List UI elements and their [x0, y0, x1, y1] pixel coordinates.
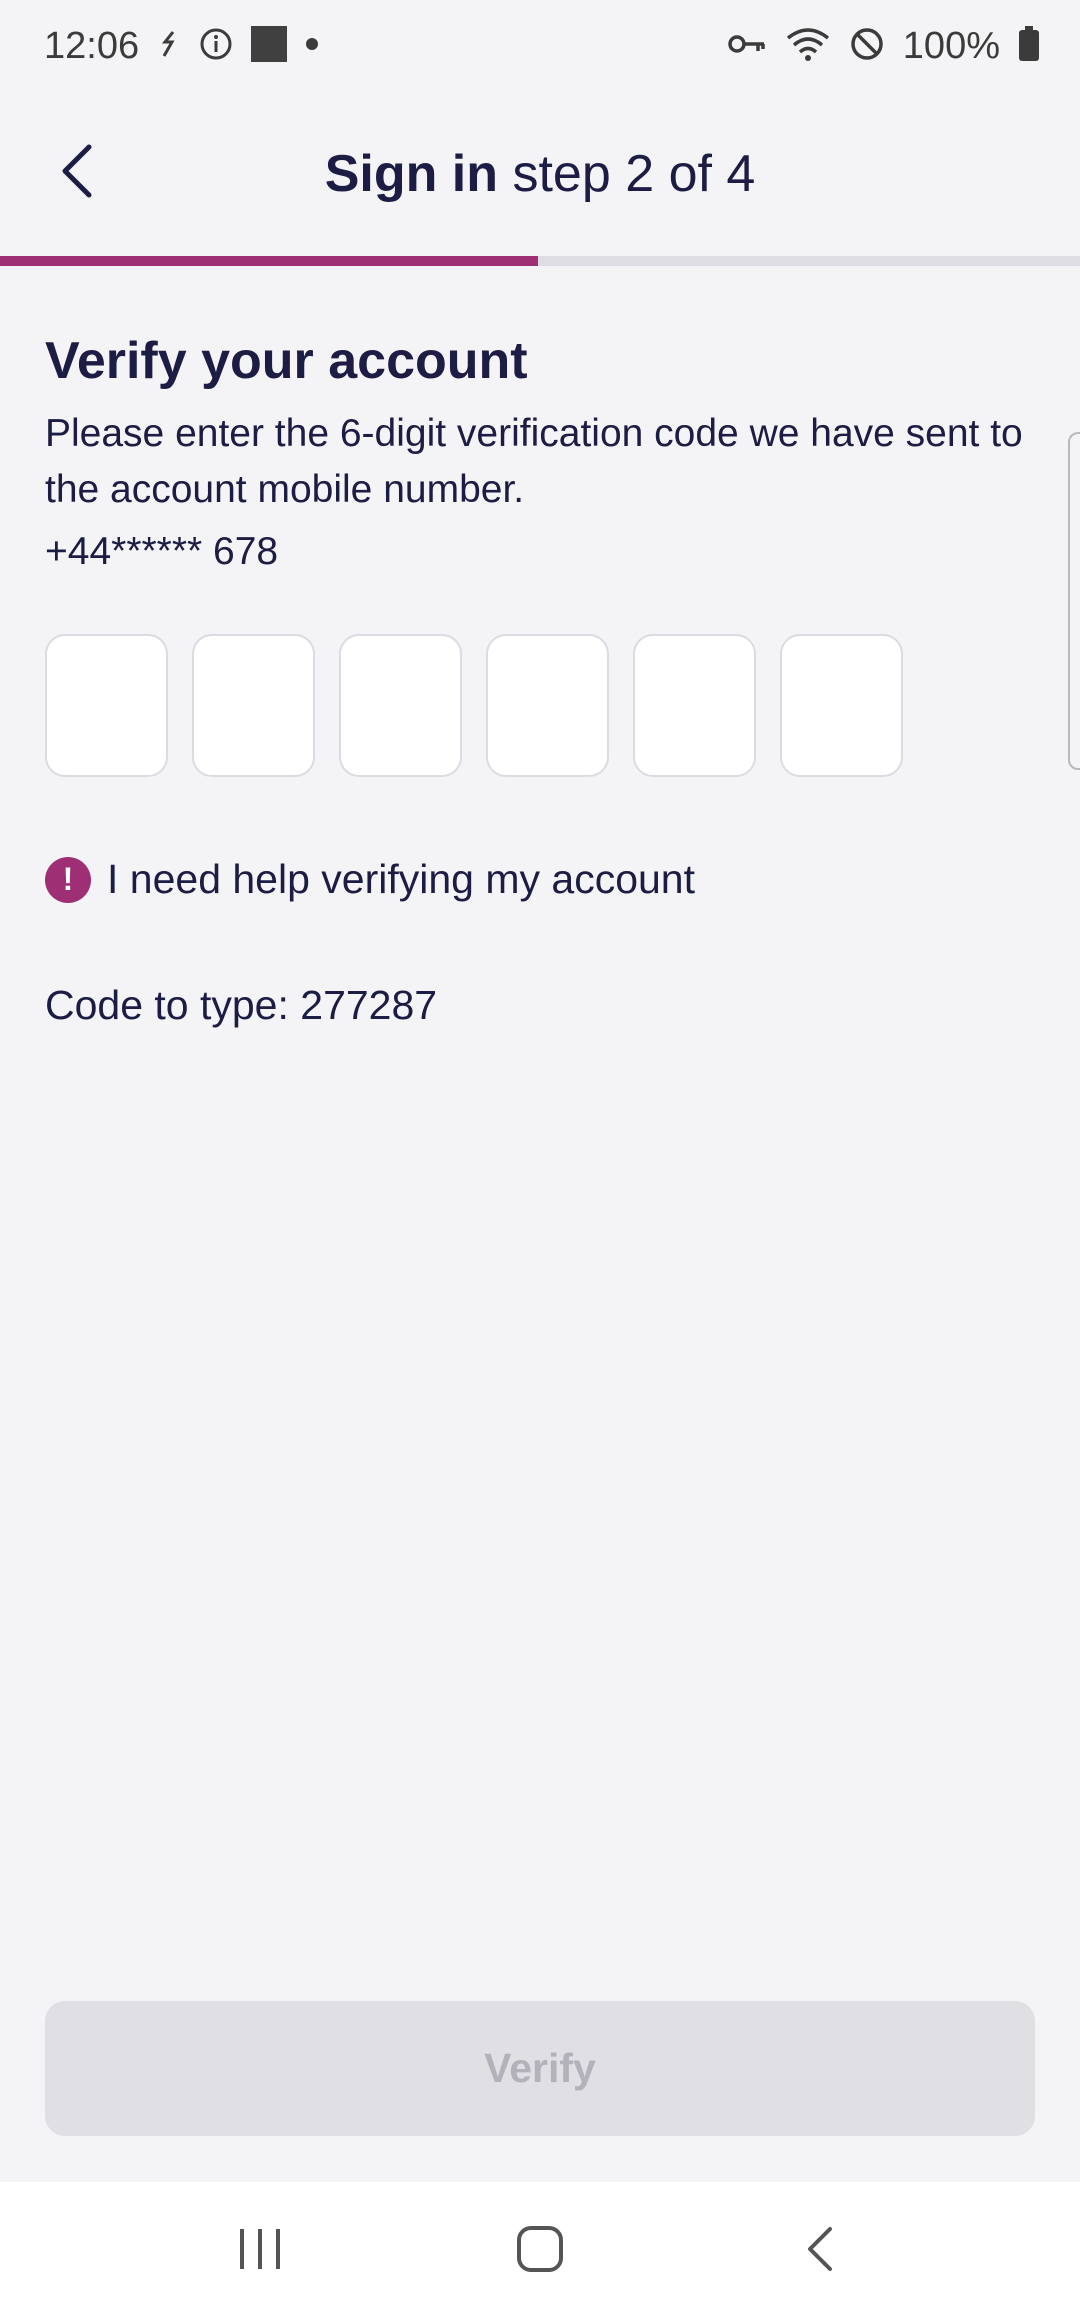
help-link[interactable]: ! I need help verifying my account [45, 856, 695, 903]
vpn-key-icon [727, 32, 767, 61]
code-hint-text: Code to type: 277287 [45, 982, 438, 1028]
back-arrow-icon [808, 2227, 832, 2271]
info-icon [199, 27, 233, 66]
system-back-button[interactable] [760, 2199, 880, 2299]
code-digit-input-6[interactable] [780, 634, 903, 777]
chevron-left-icon [62, 144, 92, 198]
header: Sign in step 2 of 4 [0, 92, 1080, 256]
status-bar: 12:06 100% [0, 0, 1080, 92]
page-title: Verify your account [45, 332, 528, 390]
progress-bar [0, 256, 1080, 266]
masked-phone-number: +44****** 678 [45, 530, 279, 574]
instructions-text: Please enter the 6-digit verification co… [45, 412, 1023, 512]
code-input-group [45, 634, 903, 777]
header-title-bold: Sign in [324, 145, 499, 203]
verification-content: Verify your account Please enter the 6-d… [45, 330, 1045, 580]
code-digit-input-3[interactable] [339, 634, 462, 777]
code-digit-input-2[interactable] [192, 634, 315, 777]
status-left: 12:06 [44, 25, 319, 68]
status-right: 100% [727, 25, 1040, 68]
system-nav-bar [0, 2182, 1080, 2316]
status-time: 12:06 [44, 24, 140, 67]
battery-icon [1018, 25, 1040, 67]
recent-apps-icon [240, 2229, 280, 2269]
battery-percentage: 100% [902, 24, 1000, 67]
header-step-text: step 2 of 4 [512, 145, 756, 203]
back-button[interactable] [42, 126, 112, 216]
code-digit-input-4[interactable] [486, 634, 609, 777]
notification-dot-icon [305, 37, 319, 56]
exclamation-icon: ! [45, 856, 91, 903]
verify-button[interactable]: Verify [45, 2001, 1035, 2136]
help-link-text: I need help verifying my account [107, 856, 695, 902]
code-digit-input-1[interactable] [45, 634, 168, 777]
code-digit-input-5[interactable] [633, 634, 756, 777]
recent-apps-button[interactable] [200, 2199, 320, 2299]
page-header-title: Sign in step 2 of 4 [325, 144, 756, 204]
do-not-disturb-icon [849, 26, 885, 67]
edge-panel-handle[interactable] [1068, 432, 1080, 770]
home-icon [517, 2226, 563, 2272]
home-button[interactable] [480, 2199, 600, 2299]
progress-bar-fill [0, 256, 538, 266]
call-forward-icon [157, 29, 181, 64]
wifi-icon [785, 26, 831, 67]
square-app-icon [251, 25, 288, 67]
